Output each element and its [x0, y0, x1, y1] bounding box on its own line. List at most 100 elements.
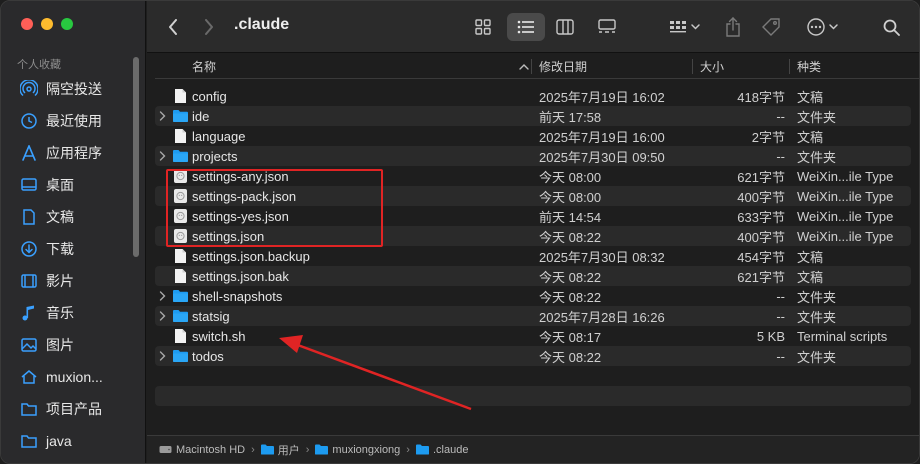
- music-icon: [20, 304, 38, 322]
- column-kind-header[interactable]: 种类: [797, 54, 821, 79]
- file-row[interactable]: shell-snapshots 今天 08:22 -- 文件夹: [155, 286, 911, 306]
- sidebar-item[interactable]: 项目产品: [1, 393, 146, 425]
- sidebar-item[interactable]: 最近使用: [1, 105, 146, 137]
- disclosure-chevron-icon[interactable]: [159, 346, 166, 366]
- forward-button[interactable]: [197, 1, 221, 53]
- column-size-header[interactable]: 大小: [700, 54, 724, 79]
- column-divider[interactable]: [789, 59, 790, 74]
- gallery-icon: [598, 19, 616, 33]
- minimize-window-button[interactable]: [41, 18, 53, 30]
- file-row[interactable]: settings-any.json 今天 08:00 621字节 WeiXin...i…: [155, 166, 911, 186]
- gallery-view-button[interactable]: [593, 1, 621, 53]
- file-date: 今天 08:00: [539, 169, 602, 185]
- file-row[interactable]: config 2025年7月19日 16:02 418字节 文稿: [155, 86, 911, 106]
- sidebar-item-label: muxion...: [46, 369, 103, 385]
- file-kind: 文件夹: [797, 349, 837, 365]
- file-date: 今天 08:22: [539, 269, 602, 285]
- clock-icon: [20, 112, 38, 130]
- column-divider[interactable]: [531, 59, 532, 74]
- icon-view-button[interactable]: [471, 1, 495, 53]
- sidebar-item[interactable]: 图片: [1, 329, 146, 361]
- sidebar-item[interactable]: 下载: [1, 233, 146, 265]
- sidebar-item[interactable]: 应用程序: [1, 137, 146, 169]
- json-file-icon: [173, 168, 188, 184]
- file-date: 2025年7月30日 08:32: [539, 249, 665, 265]
- airdrop-icon: [20, 80, 38, 98]
- path-crumb[interactable]: 用户: [260, 442, 300, 458]
- share-button[interactable]: [721, 1, 745, 53]
- folder-icon: [173, 348, 188, 364]
- column-divider[interactable]: [692, 59, 693, 74]
- file-row[interactable]: settings.json 今天 08:22 400字节 WeiXin...ile T…: [155, 226, 911, 246]
- disclosure-chevron-icon[interactable]: [159, 106, 166, 126]
- file-name: settings-pack.json: [192, 188, 297, 204]
- disclosure-chevron-icon[interactable]: [159, 286, 166, 306]
- path-crumb[interactable]: Macintosh HD: [159, 444, 245, 456]
- document-icon: [20, 208, 38, 226]
- disclosure-chevron-icon[interactable]: [159, 306, 166, 326]
- path-separator-icon: ›: [406, 443, 410, 456]
- file-name: settings.json.bak: [192, 268, 289, 284]
- back-button[interactable]: [161, 1, 185, 53]
- file-date: 前天 17:58: [539, 109, 602, 125]
- file-name: config: [192, 88, 227, 104]
- disk-icon: [159, 444, 172, 455]
- sidebar-item-label: 影片: [46, 273, 74, 289]
- sidebar-item-label: 下载: [46, 241, 74, 257]
- file-row[interactable]: settings.json.backup 2025年7月30日 08:32 454字…: [155, 246, 911, 266]
- sidebar-item[interactable]: 隔空投送: [1, 73, 146, 105]
- search-button[interactable]: [879, 1, 903, 53]
- chevron-right-icon: [205, 19, 213, 35]
- path-separator-icon: ›: [305, 443, 310, 456]
- file-row[interactable]: language 2025年7月19日 16:00 2字节 文稿: [155, 126, 911, 146]
- path-crumb[interactable]: muxiongxiong: [315, 444, 400, 456]
- close-window-button[interactable]: [21, 18, 33, 30]
- file-name: language: [192, 128, 246, 144]
- sidebar-item-label: 隔空投送: [46, 81, 102, 97]
- grid-icon: [475, 19, 491, 35]
- file-date: 今天 08:22: [539, 349, 602, 365]
- column-view-button[interactable]: [552, 1, 578, 53]
- file-row[interactable]: ide 前天 17:58 -- 文件夹: [155, 106, 911, 126]
- list-view-button[interactable]: [513, 1, 539, 53]
- file-row[interactable]: statsig 2025年7月28日 16:26 -- 文件夹: [155, 306, 911, 326]
- sidebar-scrollbar[interactable]: [133, 57, 139, 257]
- home-folder-icon: [315, 444, 329, 455]
- document-icon: [173, 328, 188, 344]
- json-file-icon: [173, 228, 188, 244]
- tag-button[interactable]: [759, 1, 783, 53]
- file-row[interactable]: settings-yes.json 前天 14:54 633字节 WeiXin...i…: [155, 206, 911, 226]
- sidebar-item[interactable]: muxion...: [1, 361, 146, 393]
- home-icon: [20, 368, 38, 386]
- sidebar-item-label: java: [46, 433, 72, 449]
- file-name: statsig: [192, 308, 230, 324]
- path-separator-icon: ›: [251, 443, 255, 456]
- file-kind: 文件夹: [797, 109, 837, 125]
- column-name-header[interactable]: 名称: [192, 54, 216, 79]
- file-row[interactable]: settings.json.bak 今天 08:22 621字节 文稿: [155, 266, 911, 286]
- sort-ascending-icon[interactable]: [519, 54, 529, 79]
- zoom-window-button[interactable]: [61, 18, 73, 30]
- sidebar-item[interactable]: 文稿: [1, 201, 146, 233]
- chevron-left-icon: [169, 19, 177, 35]
- action-menu-button[interactable]: [803, 1, 843, 53]
- file-kind: 文稿: [797, 89, 824, 105]
- folder-icon: [20, 432, 38, 450]
- sidebar-item[interactable]: java: [1, 425, 146, 457]
- file-kind: WeiXin...ile Type: [797, 228, 894, 244]
- column-date-header[interactable]: 修改日期: [539, 54, 587, 79]
- file-list-area: 名称 修改日期 大小 种类 config 2025年7月19日 16:02 418字…: [147, 54, 919, 463]
- sidebar-item[interactable]: 音乐: [1, 297, 146, 329]
- sidebar-item[interactable]: 桌面: [1, 169, 146, 201]
- group-by-button[interactable]: [666, 1, 706, 53]
- file-name: ide: [192, 108, 210, 124]
- file-row[interactable]: projects 2025年7月30日 09:50 -- 文件夹: [155, 146, 911, 166]
- file-row[interactable]: todos 今天 08:22 -- 文件夹: [155, 346, 911, 366]
- path-crumb[interactable]: .claude: [415, 444, 468, 456]
- sidebar-item[interactable]: 影片: [1, 265, 146, 297]
- file-row[interactable]: switch.sh 今天 08:17 5 KB Terminal scripts: [155, 326, 911, 346]
- file-size: --: [776, 288, 785, 304]
- file-row[interactable]: settings-pack.json 今天 08:00 400字节 WeiXin...…: [155, 186, 911, 206]
- disclosure-chevron-icon[interactable]: [159, 146, 166, 166]
- file-size: 633字节: [737, 209, 785, 225]
